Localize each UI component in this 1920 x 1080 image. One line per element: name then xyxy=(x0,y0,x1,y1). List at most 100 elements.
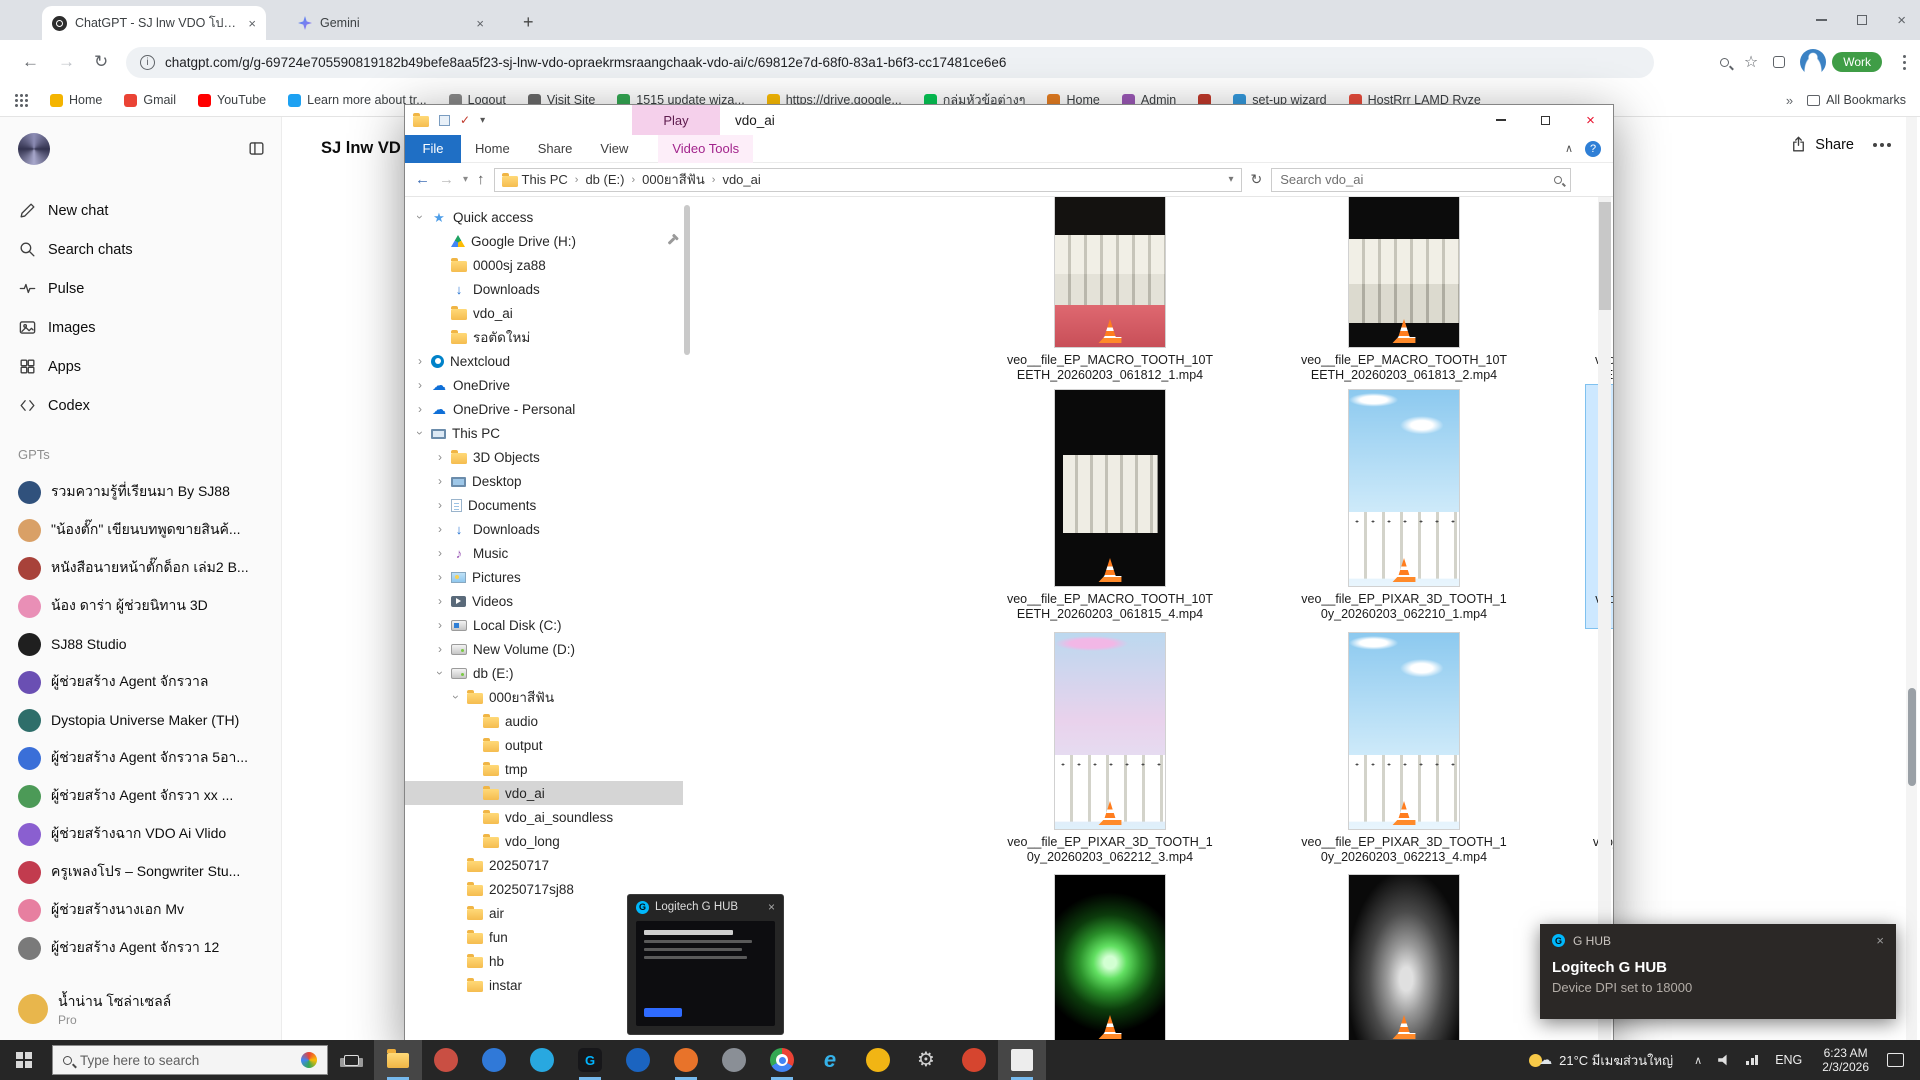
tree-expander-icon[interactable]: › xyxy=(433,668,447,678)
recent-locations-icon[interactable]: ▾ xyxy=(463,174,468,185)
tree-item[interactable]: 0000sj za88 xyxy=(405,253,683,277)
explorer-titlebar[interactable]: ✓ ▾ Play vdo_ai × xyxy=(405,105,1613,135)
file-item[interactable]: veo__file_EP_MACRO_TOOTH_10TEETH_2026020… xyxy=(998,385,1222,628)
tree-item[interactable]: ›♪Music xyxy=(405,541,683,565)
action-center-icon[interactable] xyxy=(1887,1053,1904,1067)
clock[interactable]: 6:23 AM 2/3/2026 xyxy=(1812,1046,1879,1074)
account-footer[interactable]: น้ำน่าน โซล่าเซลล์ Pro xyxy=(0,981,282,1037)
sidebar-toggle-icon[interactable] xyxy=(247,139,266,158)
ghub-taskbar-preview[interactable]: G Logitech G HUB × xyxy=(627,894,784,1035)
tree-item[interactable]: Google Drive (H:) xyxy=(405,229,683,253)
close-icon[interactable]: × xyxy=(1876,933,1884,948)
sidebar-item-new-chat[interactable]: New chat xyxy=(0,191,282,230)
search-lens-icon[interactable] xyxy=(1720,58,1729,67)
file-item[interactable]: veo__file_EP_MACRO_TOOTH_10TEETH_2026020… xyxy=(998,197,1222,389)
tree-item[interactable]: 20250717 xyxy=(405,853,683,877)
tree-item[interactable]: ›New Volume (D:) xyxy=(405,637,683,661)
up-icon[interactable]: ↑ xyxy=(477,171,485,188)
tree-item[interactable]: ›Nextcloud xyxy=(405,349,683,373)
extensions-icon[interactable] xyxy=(1773,56,1785,68)
tab-home[interactable]: Home xyxy=(461,135,524,163)
language-indicator[interactable]: ENG xyxy=(1765,1053,1812,1067)
file-item[interactable]: veo__file_EP_MACRO_TOOTH_10TEETH_2026020… xyxy=(1292,197,1516,389)
explorer-search-box[interactable] xyxy=(1271,168,1571,192)
tab-video-tools[interactable]: Video Tools xyxy=(658,135,753,163)
minimize-icon[interactable] xyxy=(1816,19,1827,21)
taskbar-app-internet-explorer[interactable]: e xyxy=(806,1040,854,1080)
taskbar-app-app-gray[interactable] xyxy=(710,1040,758,1080)
share-button[interactable]: Share xyxy=(1789,135,1854,154)
tree-item[interactable]: ›Desktop xyxy=(405,469,683,493)
tree-item[interactable]: vdo_ai xyxy=(405,301,683,325)
speaker-icon[interactable] xyxy=(1718,1054,1732,1066)
tree-expander-icon[interactable]: › xyxy=(435,570,445,584)
tree-item[interactable]: ›Pictures xyxy=(405,565,683,589)
tree-item[interactable]: audio xyxy=(405,709,683,733)
sidebar-item-images[interactable]: Images xyxy=(0,308,282,347)
apps-grid-icon[interactable] xyxy=(14,93,28,107)
close-icon[interactable]: × xyxy=(768,900,775,914)
bookmark-star-icon[interactable]: ☆ xyxy=(1744,52,1758,72)
breadcrumb-segment[interactable]: vdo_ai xyxy=(722,172,760,187)
tree-expander-icon[interactable]: › xyxy=(413,212,427,222)
sidebar-item-codex[interactable]: Codex xyxy=(0,386,282,425)
sidebar-item-pulse[interactable]: Pulse xyxy=(0,269,282,308)
profile-chip[interactable]: Work xyxy=(1800,49,1882,75)
preview-thumbnail[interactable] xyxy=(636,921,775,1026)
tab-close-icon[interactable]: × xyxy=(248,16,256,31)
gpt-item[interactable]: Dystopia Universe Maker (TH) xyxy=(0,701,282,739)
sidebar-item-apps[interactable]: Apps xyxy=(0,347,282,386)
tab-gemini[interactable]: Gemini × xyxy=(288,6,494,40)
tab-chatgpt[interactable]: ChatGPT - SJ lnw VDO โปรแกรมส... × xyxy=(42,6,266,40)
tree-item[interactable]: ›☁OneDrive xyxy=(405,373,683,397)
tree-item[interactable]: vdo_ai xyxy=(405,781,683,805)
qat-icon-2[interactable]: ✓ xyxy=(460,113,470,127)
search-highlights-icon[interactable] xyxy=(301,1052,317,1068)
tree-expander-icon[interactable]: › xyxy=(415,378,425,392)
gpt-item[interactable]: หนังสือนายหน้าตั๊กด็อก เล่ม2 B... xyxy=(0,549,282,587)
file-item[interactable] xyxy=(1292,870,1516,1046)
gpt-item[interactable]: "น้องตั๊ก" เขียนบทพูดขายสินค้... xyxy=(0,511,282,549)
reload-icon[interactable]: ↻ xyxy=(94,52,108,72)
minimize-icon[interactable] xyxy=(1478,105,1523,135)
grid-scrollbar[interactable] xyxy=(1598,197,1611,1046)
bookmark-item[interactable]: YouTube xyxy=(198,93,266,107)
browser-menu-icon[interactable] xyxy=(1903,61,1906,64)
gpt-item[interactable]: ผู้ช่วยสร้าง Agent จักรวาล xyxy=(0,663,282,701)
bookmark-overflow-icon[interactable]: » xyxy=(1786,93,1793,108)
taskbar-app-chrome[interactable] xyxy=(758,1040,806,1080)
notification-toast[interactable]: G G HUB × Logitech G HUB Device DPI set … xyxy=(1540,924,1896,1019)
breadcrumb-segment[interactable]: 000ยาสีฟัน xyxy=(642,169,705,190)
close-icon[interactable]: × xyxy=(1568,105,1613,135)
tree-expander-icon[interactable]: › xyxy=(435,594,445,608)
address-bar[interactable]: i chatgpt.com/g/g-69724e705590819182b49b… xyxy=(126,47,1654,78)
new-tab-button[interactable]: + xyxy=(523,12,534,33)
back-icon[interactable]: ← xyxy=(22,52,39,72)
tree-item[interactable]: tmp xyxy=(405,757,683,781)
tree-item[interactable]: ›Local Disk (C:) xyxy=(405,613,683,637)
page-scrollbar[interactable] xyxy=(1906,117,1917,1080)
tree-item[interactable]: ›Documents xyxy=(405,493,683,517)
bookmark-item[interactable]: Gmail xyxy=(124,93,176,107)
breadcrumb-segment[interactable]: db (E:) xyxy=(585,172,624,187)
taskbar-app-file-explorer[interactable] xyxy=(374,1040,422,1080)
gpt-item[interactable]: ผู้ช่วยสร้าง Agent จักรวาล 5อา... xyxy=(0,739,282,777)
start-button[interactable] xyxy=(0,1040,48,1080)
tree-item[interactable]: output xyxy=(405,733,683,757)
gpt-item[interactable]: รวมความรู้ที่เรียนมา By SJ88 xyxy=(0,473,282,511)
navpane-scrollbar[interactable] xyxy=(684,205,690,355)
gpt-item[interactable]: SJ88 Studio xyxy=(0,625,282,663)
forward-icon[interactable]: → xyxy=(439,171,454,188)
tab-file[interactable]: File xyxy=(405,135,461,163)
site-info-icon[interactable]: i xyxy=(140,55,155,70)
taskbar-app-app-orange[interactable] xyxy=(950,1040,998,1080)
all-bookmarks-button[interactable]: All Bookmarks xyxy=(1807,93,1906,107)
tree-expander-icon[interactable]: › xyxy=(435,642,445,656)
tree-expander-icon[interactable]: › xyxy=(415,402,425,416)
tree-expander-icon[interactable]: › xyxy=(449,692,463,702)
tree-item[interactable]: ›This PC xyxy=(405,421,683,445)
back-icon[interactable]: ← xyxy=(415,171,430,188)
tree-item[interactable]: ›★Quick access xyxy=(405,205,683,229)
contextual-tab-play[interactable]: Play xyxy=(632,105,720,135)
qat-icon-1[interactable] xyxy=(439,115,450,126)
